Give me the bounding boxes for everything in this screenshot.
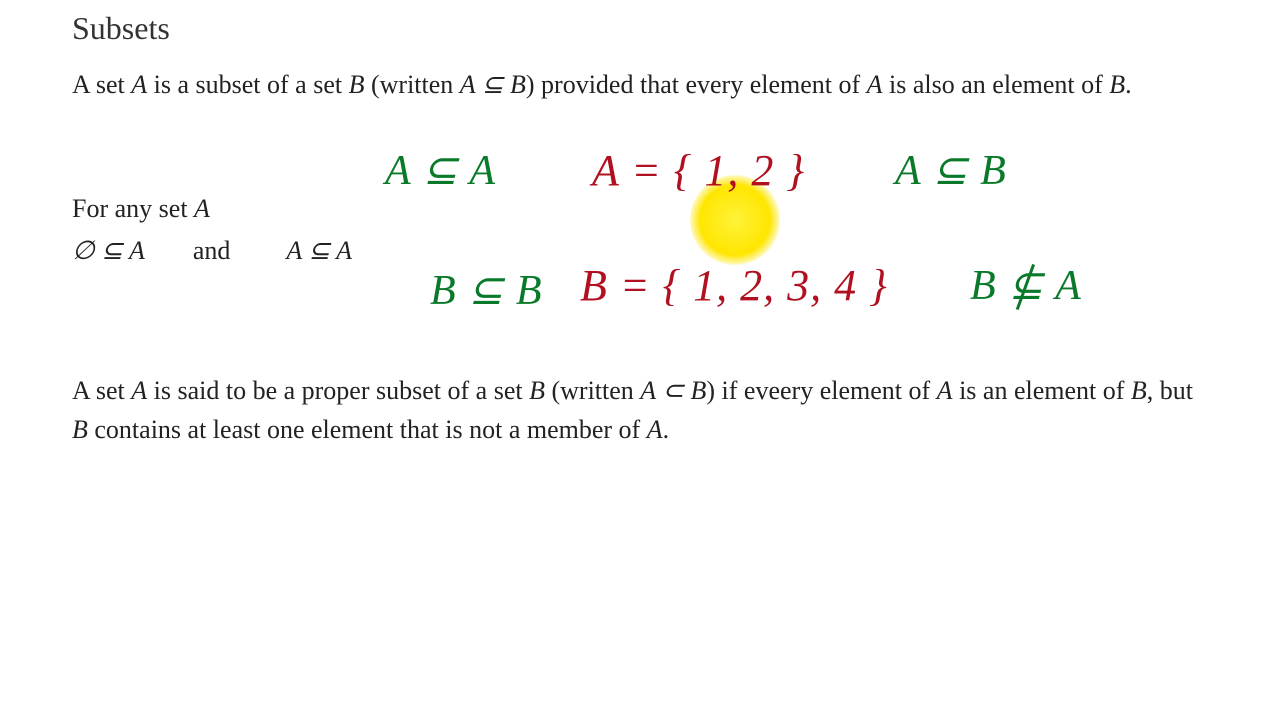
var-B: B	[72, 415, 88, 444]
empty-subset-a: ∅ ⊆ A	[72, 236, 145, 265]
handwriting-b-subset-b: B ⊆ B	[430, 265, 543, 315]
text: (written	[364, 70, 459, 99]
handwriting-a-subset-a: A ⊆ A	[385, 145, 496, 195]
text: .	[663, 415, 670, 444]
and-text: and	[193, 236, 231, 265]
a-subset-a: A ⊆ A	[286, 236, 352, 265]
page-title: Subsets	[72, 10, 1208, 47]
var-A: A	[937, 376, 953, 405]
var-B: B	[970, 263, 1008, 309]
text: is an element of	[953, 376, 1131, 405]
var-B: B	[529, 376, 545, 405]
text: , but	[1147, 376, 1193, 405]
text: is also an element of	[883, 70, 1110, 99]
var-A: A	[647, 415, 663, 444]
var-A: A	[194, 194, 210, 223]
var-B: B	[349, 70, 365, 99]
handwriting-a-subset-b: A ⊆ B	[895, 145, 1007, 195]
definition-subset: A set A is a subset of a set B (written …	[72, 65, 1208, 104]
var-A: A	[131, 376, 147, 405]
text: contains at least one element that is no…	[88, 415, 647, 444]
text: (written	[545, 376, 640, 405]
text: A set	[72, 376, 131, 405]
var-A: A	[1044, 263, 1081, 309]
not-subset-icon: ⊆	[1008, 260, 1044, 310]
handwriting-a-definition: A = { 1, 2 }	[592, 145, 805, 196]
var-A: A	[867, 70, 883, 99]
var-B: B	[1109, 70, 1125, 99]
notation-subset: A ⊆ B	[460, 70, 526, 99]
text: .	[1125, 70, 1132, 99]
definition-proper-subset: A set A is said to be a proper subset of…	[72, 371, 1208, 449]
handwriting-b-not-subset-a: B ⊆ A	[970, 260, 1082, 310]
text: For any set	[72, 194, 194, 223]
var-B: B	[1131, 376, 1147, 405]
text: A set	[72, 70, 131, 99]
text: is said to be a proper subset of a set	[147, 376, 529, 405]
notation-proper-subset: A ⊂ B	[640, 376, 706, 405]
var-A: A	[131, 70, 147, 99]
text: ) provided that every element of	[526, 70, 867, 99]
handwriting-b-definition: B = { 1, 2, 3, 4 }	[580, 260, 888, 311]
text: is a subset of a set	[147, 70, 348, 99]
text: ) if eveery element of	[706, 376, 936, 405]
